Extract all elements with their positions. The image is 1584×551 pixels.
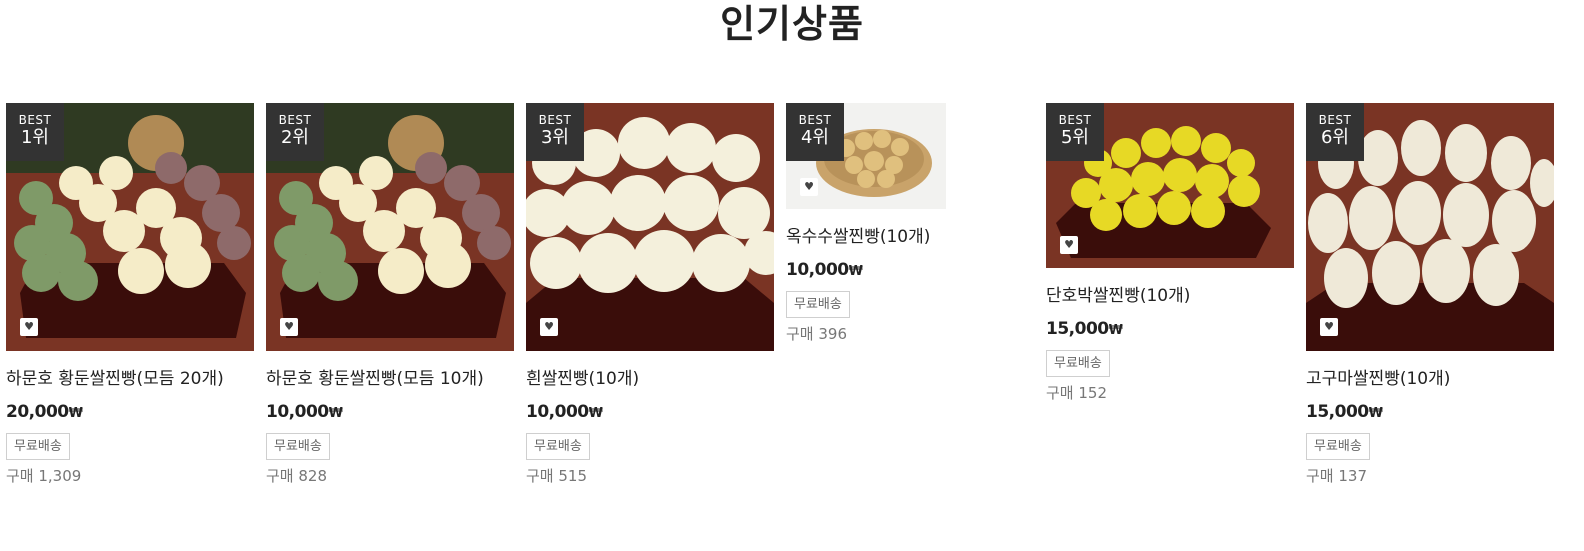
free-shipping-badge: 무료배송 — [526, 433, 590, 460]
rank-badge: BEST 2위 — [266, 103, 324, 161]
purchase-count: 구매 1,309 — [6, 467, 82, 485]
purchase-count: 구매 515 — [526, 467, 587, 485]
product-price: 10,000₩ — [266, 402, 343, 422]
product-card-4[interactable]: BEST 4위 ♥ 옥수수쌀찐빵(10개) 10,000₩ 무료배송 구매 39… — [786, 103, 1034, 344]
product-price: 20,000₩ — [6, 402, 83, 422]
rank-badge: BEST 1위 — [6, 103, 64, 161]
product-price: 15,000₩ — [1046, 319, 1123, 339]
product-image[interactable]: BEST 2위 ♥ — [266, 103, 514, 351]
heart-icon[interactable]: ♥ — [1320, 318, 1338, 336]
section-title: 인기상품 — [720, 2, 864, 46]
product-name[interactable]: 옥수수쌀찐빵(10개) — [786, 225, 1034, 249]
product-image[interactable]: BEST 5위 ♥ — [1046, 103, 1294, 268]
rank-badge: BEST 3위 — [526, 103, 584, 161]
product-card-3[interactable]: BEST 3위 ♥ 흰쌀찐빵(10개) 10,000₩ 무료배송 구매 515 — [526, 103, 774, 486]
product-price: 10,000₩ — [786, 260, 863, 280]
product-name[interactable]: 흰쌀찐빵(10개) — [526, 367, 774, 391]
product-card-1[interactable]: BEST 1위 ♥ 하문호 황둔쌀찐빵(모듬 20개) 20,000₩ 무료배송… — [6, 103, 254, 486]
heart-icon[interactable]: ♥ — [280, 318, 298, 336]
product-name[interactable]: 단호박쌀찐빵(10개) — [1046, 284, 1294, 308]
product-image[interactable]: BEST 6위 ♥ — [1306, 103, 1554, 351]
free-shipping-badge: 무료배송 — [266, 433, 330, 460]
heart-icon[interactable]: ♥ — [540, 318, 558, 336]
rank-badge: BEST 4위 — [786, 103, 844, 161]
purchase-count: 구매 396 — [786, 325, 847, 343]
product-card-5[interactable]: BEST 5위 ♥ 단호박쌀찐빵(10개) 15,000₩ 무료배송 구매 15… — [1046, 103, 1294, 403]
rank-badge: BEST 5위 — [1046, 103, 1104, 161]
product-price: 10,000₩ — [526, 402, 603, 422]
product-name[interactable]: 하문호 황둔쌀찐빵(모듬 10개) — [266, 367, 514, 391]
product-image[interactable]: BEST 3위 ♥ — [526, 103, 774, 351]
purchase-count: 구매 152 — [1046, 384, 1107, 402]
free-shipping-badge: 무료배송 — [6, 433, 70, 460]
purchase-count: 구매 137 — [1306, 467, 1367, 485]
product-name[interactable]: 하문호 황둔쌀찐빵(모듬 20개) — [6, 367, 254, 391]
purchase-count: 구매 828 — [266, 467, 327, 485]
heart-icon[interactable]: ♥ — [20, 318, 38, 336]
product-card-2[interactable]: BEST 2위 ♥ 하문호 황둔쌀찐빵(모듬 10개) 10,000₩ 무료배송… — [266, 103, 514, 486]
heart-icon[interactable]: ♥ — [1060, 236, 1078, 254]
rank-badge: BEST 6위 — [1306, 103, 1364, 161]
heart-icon[interactable]: ♥ — [800, 178, 818, 196]
product-card-6[interactable]: BEST 6위 ♥ 고구마쌀찐빵(10개) 15,000₩ 무료배송 구매 13… — [1306, 103, 1554, 486]
product-image[interactable]: BEST 4위 ♥ — [786, 103, 946, 209]
free-shipping-badge: 무료배송 — [786, 291, 850, 318]
product-price: 15,000₩ — [1306, 402, 1383, 422]
free-shipping-badge: 무료배송 — [1046, 350, 1110, 377]
free-shipping-badge: 무료배송 — [1306, 433, 1370, 460]
product-name[interactable]: 고구마쌀찐빵(10개) — [1306, 367, 1554, 391]
product-image[interactable]: BEST 1위 ♥ — [6, 103, 254, 351]
